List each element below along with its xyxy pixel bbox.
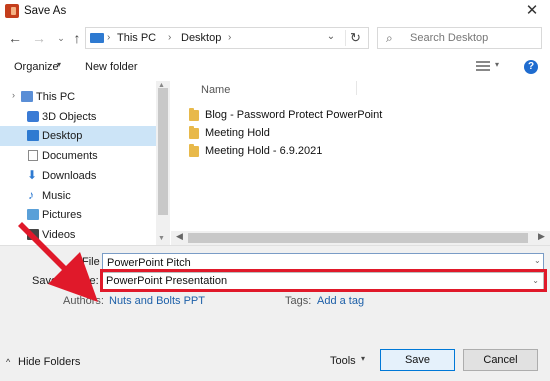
sidebar-item-documents[interactable]: Documents	[0, 146, 156, 166]
up-arrow-icon[interactable]: ↑	[68, 29, 86, 47]
sidebar-item-label: Desktop	[42, 130, 83, 142]
sidebar-item-desktop[interactable]: Desktop	[0, 126, 156, 146]
column-header-name[interactable]: Name	[201, 84, 230, 96]
chevron-down-icon[interactable]: ⌄	[322, 31, 340, 42]
refresh-icon[interactable]: ↻	[345, 30, 365, 46]
red-arrow-annotation-icon	[8, 222, 98, 302]
tags-label: Tags:	[285, 295, 312, 307]
desktop-icon	[27, 130, 39, 141]
cancel-button[interactable]: Cancel	[463, 349, 538, 371]
sidebar-item-label: This PC	[36, 91, 76, 103]
document-icon	[28, 150, 38, 161]
back-arrow-icon[interactable]: ←	[6, 29, 24, 47]
scroll-down-icon[interactable]: ▼	[158, 235, 165, 242]
chevron-down-icon[interactable]: ⌄	[534, 256, 541, 265]
window-title: Save As	[24, 5, 67, 17]
help-icon[interactable]: ?	[524, 60, 538, 74]
breadcrumb-this-pc[interactable]: This PC	[117, 32, 156, 44]
hide-folders-button[interactable]: Hide Folders	[18, 356, 80, 368]
file-name: Meeting Hold - 6.9.2021	[205, 145, 323, 157]
new-folder-button[interactable]: New folder	[85, 61, 138, 73]
scroll-up-icon[interactable]: ▲	[158, 82, 165, 89]
list-item[interactable]: Meeting Hold - 6.9.2021	[171, 143, 541, 161]
list-item[interactable]: Blog - Password Protect PowerPoint	[171, 107, 541, 125]
music-icon: ♪	[28, 188, 34, 202]
computer-icon	[21, 91, 33, 102]
tools-button[interactable]: Tools	[330, 355, 356, 367]
sidebar-item-this-pc[interactable]: › This PC	[0, 87, 156, 107]
list-item[interactable]: Meeting Hold	[171, 125, 541, 143]
highlight-annotation-box	[100, 269, 547, 292]
cube-icon	[27, 111, 39, 122]
file-name: Blog - Password Protect PowerPoint	[205, 109, 383, 121]
forward-arrow-icon[interactable]: →	[30, 29, 48, 47]
nav-scrollbar-thumb[interactable]	[158, 88, 168, 215]
close-icon[interactable]: ✕	[522, 1, 542, 21]
sidebar-item-downloads[interactable]: ⬇ Downloads	[0, 166, 156, 186]
sidebar-item-3d-objects[interactable]: 3D Objects	[0, 107, 156, 127]
file-name: Meeting Hold	[205, 127, 270, 139]
search-placeholder: Search Desktop	[410, 32, 489, 44]
breadcrumb-separator[interactable]: ›	[228, 32, 231, 43]
breadcrumb-separator[interactable]: ›	[168, 32, 171, 43]
sidebar-item-label: Downloads	[42, 170, 97, 182]
sidebar-item-music[interactable]: ♪ Music	[0, 186, 156, 206]
search-input[interactable]: ⌕ Search Desktop	[377, 27, 542, 49]
search-icon: ⌕	[386, 31, 393, 45]
scroll-right-icon[interactable]: ▶	[538, 231, 545, 242]
caret-down-icon[interactable]: ▾	[57, 60, 61, 69]
scroll-left-icon[interactable]: ◀	[176, 231, 183, 242]
collapse-caret-icon[interactable]: ^	[6, 357, 10, 367]
download-icon: ⬇	[27, 168, 38, 182]
organize-button[interactable]: Organize	[14, 61, 59, 73]
breadcrumb-desktop[interactable]: Desktop	[181, 32, 221, 44]
expand-chevron-icon[interactable]: ›	[12, 90, 15, 100]
folder-icon	[189, 126, 199, 139]
authors-value[interactable]: Nuts and Bolts PPT	[109, 295, 205, 307]
horizontal-scrollbar-thumb[interactable]	[188, 233, 528, 243]
column-divider[interactable]	[356, 81, 357, 95]
sidebar-item-label: 3D Objects	[42, 111, 97, 123]
add-tag-link[interactable]: Add a tag	[317, 295, 364, 307]
address-bar[interactable]: › This PC › Desktop › ⌄ ↻	[85, 27, 369, 49]
view-options-icon[interactable]	[476, 61, 490, 72]
sidebar-item-label: Music	[42, 190, 71, 202]
save-button[interactable]: Save	[380, 349, 455, 371]
folder-icon	[189, 144, 199, 157]
powerpoint-icon	[5, 4, 19, 18]
folder-icon	[189, 108, 199, 121]
caret-down-icon[interactable]: ▾	[361, 354, 365, 363]
breadcrumb-separator[interactable]: ›	[107, 32, 110, 43]
sidebar-item-label: Documents	[42, 150, 98, 162]
title-bar	[0, 0, 550, 24]
command-toolbar: Organize ▾ New folder ▾ ?	[0, 55, 550, 81]
caret-down-icon[interactable]: ▾	[495, 60, 499, 69]
computer-icon	[90, 33, 104, 43]
